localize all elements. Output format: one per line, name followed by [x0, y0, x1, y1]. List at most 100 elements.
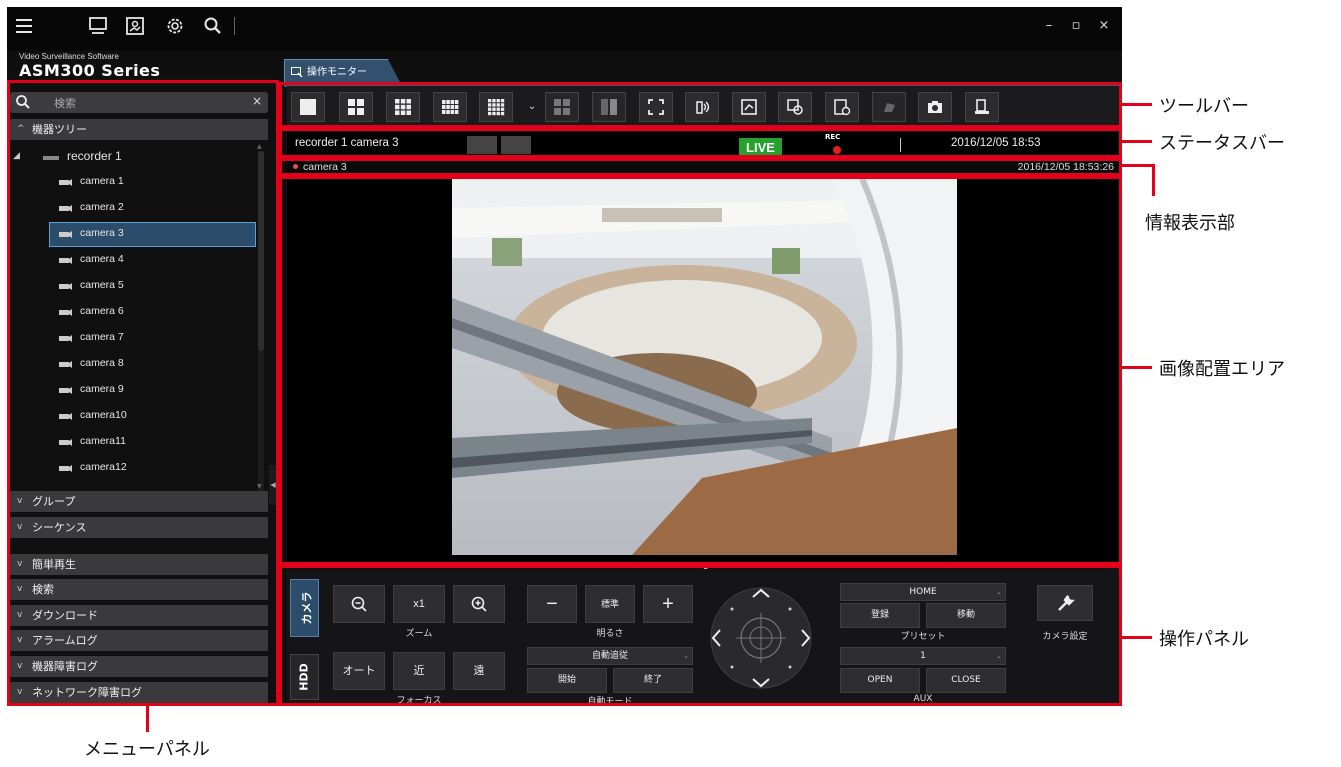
zoom-out-button[interactable]: [333, 585, 385, 623]
settings-icon: [834, 99, 851, 116]
brand-title: ASM300 Series: [19, 61, 161, 80]
hand-button[interactable]: [872, 92, 906, 122]
aux-close-button[interactable]: CLOSE: [926, 668, 1006, 693]
alarm-icon[interactable]: [467, 136, 497, 154]
section-alarm-log[interactable]: v アラームログ: [10, 630, 268, 651]
fullscreen-button[interactable]: [639, 92, 673, 122]
layout-12-button[interactable]: [433, 92, 467, 122]
minimize-button[interactable]: –: [1040, 17, 1058, 35]
scroll-up-icon[interactable]: ▲: [257, 143, 262, 150]
warning-icon[interactable]: [501, 136, 531, 154]
section-easy-playback[interactable]: v 簡単再生: [10, 554, 268, 575]
tree-row-camera[interactable]: camera 3: [10, 222, 260, 247]
tree-row-camera[interactable]: camera 2: [10, 196, 260, 221]
auto-start-button[interactable]: 開始: [527, 668, 607, 693]
preset-move-button[interactable]: 移動: [926, 603, 1006, 628]
tab-operation-monitor[interactable]: 操作モニター: [284, 59, 402, 86]
map-button[interactable]: [732, 92, 766, 122]
focus-auto-button[interactable]: オート: [333, 652, 385, 690]
section-label: ネットワーク障害ログ: [32, 686, 142, 699]
focus-near-button[interactable]: 近: [393, 652, 445, 690]
tree-row-camera[interactable]: camera 9: [10, 378, 260, 403]
auto-end-button[interactable]: 終了: [613, 668, 693, 693]
section-sequence[interactable]: v シーケンス: [10, 517, 268, 538]
layout-1-button[interactable]: [291, 92, 325, 122]
section-search[interactable]: v 検索: [10, 579, 268, 600]
section-device-tree[interactable]: ^ 機器ツリー: [10, 119, 268, 140]
camera-label: camera 1: [80, 175, 124, 187]
sequence-button[interactable]: [545, 92, 579, 122]
brightness-reset-button[interactable]: 標準: [585, 585, 635, 623]
callout-label-op-panel: 操作パネル: [1159, 629, 1249, 650]
section-group[interactable]: v グループ: [10, 491, 268, 512]
section-network-error-log[interactable]: v ネットワーク障害ログ: [10, 682, 268, 703]
tree-row-camera[interactable]: camera 1: [10, 170, 260, 195]
section-device-error-log[interactable]: v 機器障害ログ: [10, 656, 268, 677]
section-download[interactable]: v ダウンロード: [10, 605, 268, 626]
camera-icon: [59, 335, 72, 342]
info-datetime: 2016/12/05 18:53:26: [1017, 161, 1114, 173]
layout-1-icon: [300, 99, 316, 115]
snapshot-button[interactable]: [918, 92, 952, 122]
layout-9-button[interactable]: [386, 92, 420, 122]
audio-button[interactable]: [685, 92, 719, 122]
focus-far-button[interactable]: 遠: [453, 652, 505, 690]
sidebar-collapse-handle[interactable]: ◀: [269, 465, 277, 505]
auto-mode-select[interactable]: 自動追従 ⌄: [527, 647, 693, 665]
layout-4-button[interactable]: [339, 92, 373, 122]
brightness-down-button[interactable]: −: [527, 585, 577, 623]
camera-video-feed[interactable]: [452, 178, 957, 555]
print-button[interactable]: [965, 92, 999, 122]
tree-row-recorder[interactable]: ◢ recorder 1: [10, 145, 260, 170]
tree-row-camera[interactable]: camera 6: [10, 300, 260, 325]
layout-16-button[interactable]: [479, 92, 513, 122]
plus-icon: +: [662, 593, 674, 615]
scroll-down-icon[interactable]: ▼: [257, 483, 262, 490]
brightness-up-button[interactable]: +: [643, 585, 693, 623]
camera-label: camera 6: [80, 305, 124, 317]
tree-row-camera[interactable]: camera12: [10, 456, 260, 481]
tree-row-camera[interactable]: camera11: [10, 430, 260, 455]
tab-hdd-label: HDD: [297, 663, 311, 691]
tree-row-camera[interactable]: camera 8: [10, 352, 260, 377]
settings-button[interactable]: [825, 92, 859, 122]
maximize-button[interactable]: ▫: [1067, 17, 1085, 35]
scroll-thumb[interactable]: [258, 151, 264, 351]
layout-dropdown-icon[interactable]: ⌄: [525, 96, 539, 118]
rec-label: REC: [825, 133, 841, 141]
tree-row-camera[interactable]: camera 7: [10, 326, 260, 351]
search-clear-icon[interactable]: ×: [252, 94, 262, 108]
image-area[interactable]: [287, 177, 1120, 561]
search-icon[interactable]: [202, 15, 224, 37]
tab-hdd[interactable]: HDD: [290, 654, 319, 700]
callout-line-menu-panel: [146, 706, 149, 732]
camera-settings-button[interactable]: [1037, 585, 1093, 621]
search-input[interactable]: 検索 ×: [10, 92, 268, 113]
zoom-in-button[interactable]: [453, 585, 505, 623]
zoom-value-button[interactable]: x1: [393, 585, 445, 623]
tab-camera[interactable]: カメラ: [290, 579, 319, 637]
camera-settings-label: カメラ設定: [1042, 632, 1088, 642]
brightness-label: 明るさ: [596, 629, 624, 639]
menu-icon[interactable]: [13, 15, 35, 37]
zoom-button[interactable]: [778, 92, 812, 122]
collapse-icon[interactable]: ◢: [13, 151, 20, 161]
aux-label: AUX: [913, 694, 933, 704]
preset-select[interactable]: HOME ⌄: [840, 583, 1006, 601]
split-button[interactable]: [592, 92, 626, 122]
pan-tilt-control[interactable]: [710, 585, 812, 691]
tree-row-camera[interactable]: camera 4: [10, 248, 260, 273]
tree-row-camera[interactable]: camera10: [10, 404, 260, 429]
tree-scrollbar[interactable]: ▲ ▼: [256, 143, 266, 491]
monitor-icon[interactable]: [87, 15, 109, 37]
aux-open-button[interactable]: OPEN: [840, 668, 920, 693]
section-label: シーケンス: [32, 521, 87, 534]
chevron-down-icon: v: [17, 661, 23, 671]
aux-select[interactable]: 1 ⌄: [840, 647, 1006, 665]
camera-label: camera11: [80, 435, 126, 447]
preset-register-button[interactable]: 登録: [840, 603, 920, 628]
close-button[interactable]: ×: [1095, 17, 1113, 35]
tree-row-camera[interactable]: camera 5: [10, 274, 260, 299]
gear-icon[interactable]: [164, 15, 186, 37]
map-icon[interactable]: [124, 15, 146, 37]
